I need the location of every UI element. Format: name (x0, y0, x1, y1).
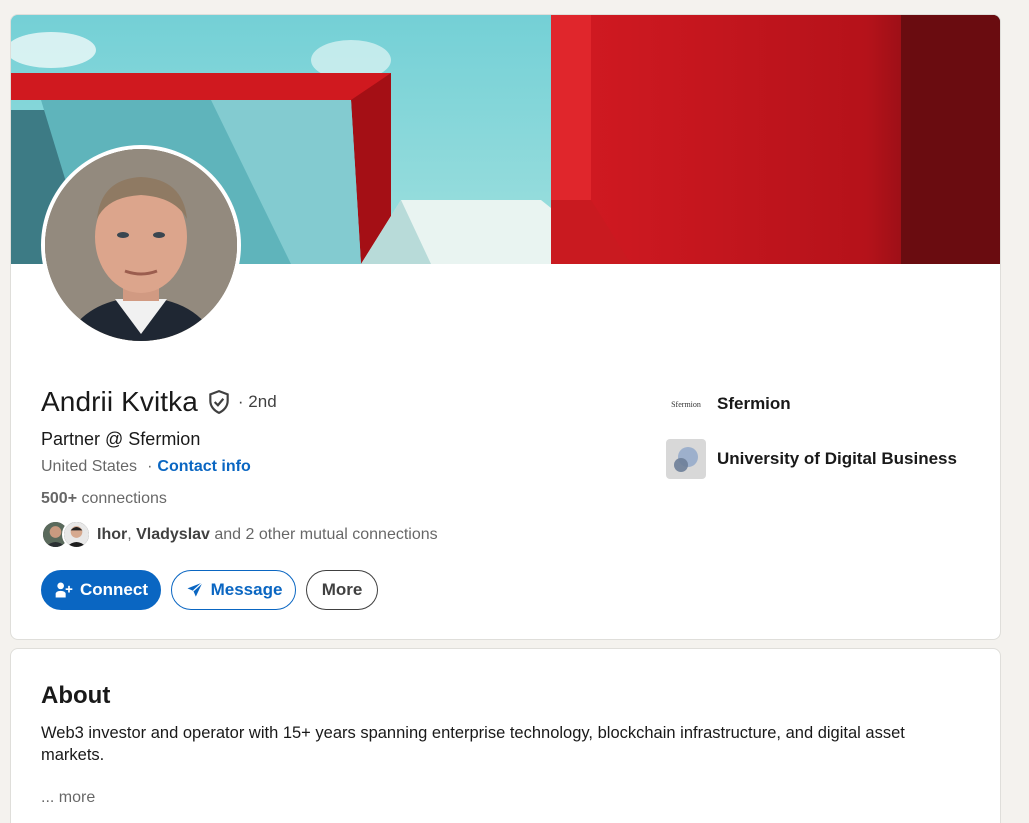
location-row: United States · Contact info (41, 458, 251, 476)
profile-photo[interactable] (41, 145, 241, 345)
connections-label: connections (81, 490, 167, 507)
contact-info-link[interactable]: Contact info (157, 458, 250, 476)
profile-headline: Partner @ Sfermion (41, 429, 201, 449)
org-name: Sfermion (717, 394, 791, 413)
location-separator: · (147, 458, 153, 475)
org-sfermion[interactable]: Sfermion Sfermion (666, 384, 791, 424)
about-title: About (41, 682, 111, 709)
see-more-link[interactable]: ... more (41, 789, 95, 807)
add-person-icon (54, 580, 74, 600)
shield-check-icon[interactable] (206, 389, 232, 415)
mutual-rest: and 2 other mutual connections (209, 526, 438, 543)
mutual-avatar (62, 520, 91, 549)
profile-card: Andrii Kvitka · 2nd Partner @ Sfermion U… (10, 14, 1001, 640)
sfermion-logo: Sfermion (671, 399, 701, 409)
mutual-name-2: Vladyslav (136, 526, 210, 543)
mutual-connections[interactable]: Ihor, Vladyslav and 2 other mutual conne… (41, 520, 438, 550)
org-name: University of Digital Business (717, 449, 957, 468)
mutual-text: Ihor, Vladyslav and 2 other mutual conne… (97, 526, 438, 544)
action-buttons: Connect Message More (41, 570, 378, 610)
org-university[interactable]: University of Digital Business (666, 439, 957, 479)
send-icon (185, 580, 205, 600)
connections-count[interactable]: 500+ connections (41, 490, 167, 508)
mutual-name-1: Ihor (97, 526, 128, 543)
message-button[interactable]: Message (171, 570, 296, 610)
about-card: About Web3 investor and operator with 15… (10, 648, 1001, 823)
connection-degree: · 2nd (237, 392, 277, 411)
about-text: Web3 investor and operator with 15+ year… (41, 724, 905, 764)
connect-button[interactable]: Connect (41, 570, 161, 610)
mutual-avatars (41, 520, 91, 550)
profile-name: Andrii Kvitka (41, 386, 198, 417)
avatar (45, 149, 237, 341)
connections-number: 500+ (41, 490, 78, 507)
mutual-separator: , (127, 526, 137, 543)
more-button[interactable]: More (306, 570, 378, 610)
message-label: Message (210, 580, 283, 599)
university-logo (666, 439, 706, 479)
connect-label: Connect (80, 580, 148, 599)
name-row: Andrii Kvitka · 2nd (41, 386, 277, 418)
profile-location: United States (41, 458, 138, 475)
